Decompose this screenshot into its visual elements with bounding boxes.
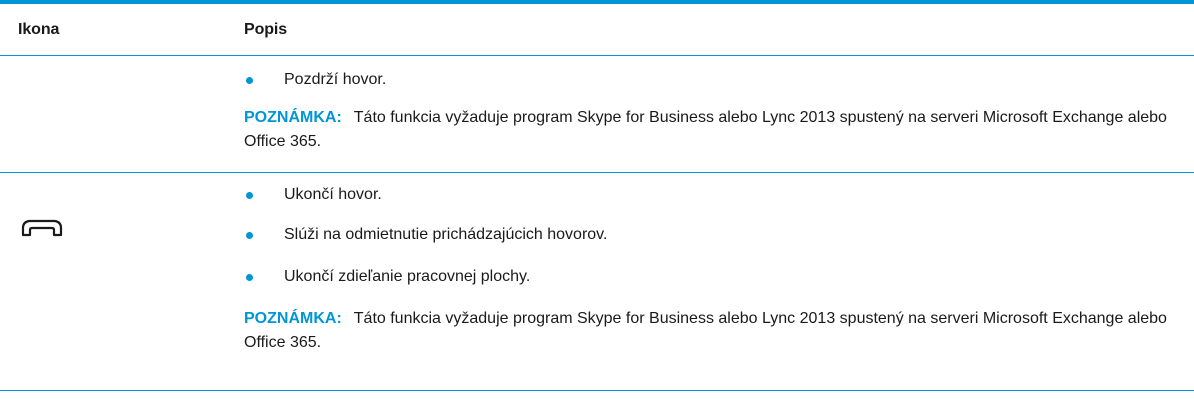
bullet-dot-icon bbox=[246, 273, 253, 281]
list-item-text: Slúži na odmietnutie prichádzajúcich hov… bbox=[284, 226, 608, 243]
table-row: Pozdrží hovor. POZNÁMKA: Táto funkcia vyž… bbox=[0, 56, 1194, 173]
table-row: Ukončí hovor. Slúži na odmietnutie prich… bbox=[0, 173, 1194, 391]
description-cell: Pozdrží hovor. POZNÁMKA: Táto funkcia vyž… bbox=[230, 56, 1194, 172]
bullet-dot-icon bbox=[246, 231, 253, 239]
description-cell: Ukončí hovor. Slúži na odmietnutie prich… bbox=[230, 173, 1194, 390]
list-item: Ukončí zdieľanie pracovnej plochy. bbox=[244, 267, 1174, 287]
icon-description-table: Ikona Popis Pozdrží hovor. POZNÁMKA: Táto… bbox=[0, 0, 1194, 391]
list-item-text: Ukončí hovor. bbox=[284, 186, 382, 203]
list-item-text: Pozdrží hovor. bbox=[284, 71, 387, 88]
list-item: Ukončí hovor. bbox=[244, 185, 1174, 205]
list-item-text: Ukončí zdieľanie pracovnej plochy. bbox=[284, 268, 531, 285]
list-item: Pozdrží hovor. bbox=[244, 70, 1174, 90]
note-label: POZNÁMKA: bbox=[244, 310, 342, 327]
column-header-icon: Ikona bbox=[18, 20, 60, 38]
hang-up-phone-icon bbox=[21, 219, 63, 237]
note-text: Táto funkcia vyžaduje program Skype for … bbox=[244, 109, 1167, 150]
list-item: Slúži na odmietnutie prichádzajúcich hov… bbox=[244, 225, 1174, 245]
icon-cell bbox=[0, 56, 230, 172]
note: POZNÁMKA: Táto funkcia vyžaduje program S… bbox=[244, 307, 1174, 355]
note-text: Táto funkcia vyžaduje program Skype for … bbox=[244, 310, 1167, 351]
table-header-row: Ikona Popis bbox=[0, 4, 1194, 56]
column-header-description: Popis bbox=[244, 20, 288, 38]
note: POZNÁMKA: Táto funkcia vyžaduje program S… bbox=[244, 106, 1174, 154]
bullet-dot-icon bbox=[246, 191, 253, 199]
note-label: POZNÁMKA: bbox=[244, 109, 342, 126]
icon-cell bbox=[0, 173, 230, 390]
bullet-dot-icon bbox=[246, 76, 253, 84]
